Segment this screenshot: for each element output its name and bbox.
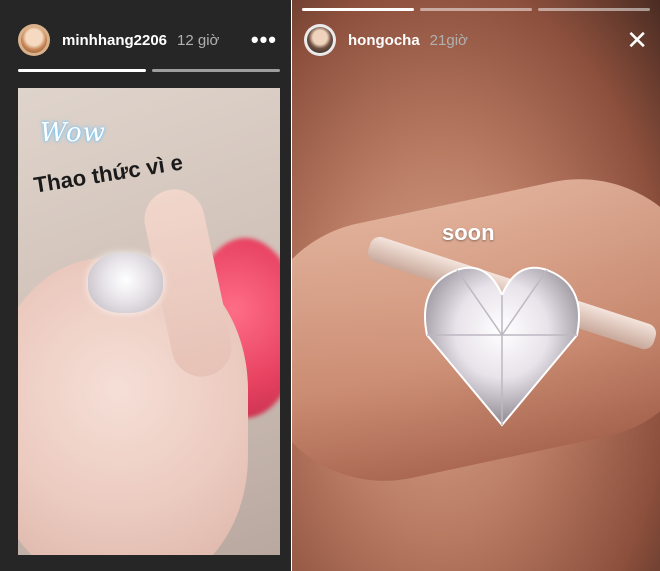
sticker-text: Wow: [40, 118, 106, 148]
progress-segment: [302, 8, 414, 11]
avatar[interactable]: [18, 24, 50, 56]
diamond-image: [424, 266, 580, 427]
story-progress-bar: [18, 69, 280, 72]
avatar[interactable]: [304, 24, 336, 56]
ring-image: [88, 253, 163, 313]
progress-segment: [420, 8, 532, 11]
close-icon[interactable]: ✕: [626, 27, 648, 53]
story-viewer-right[interactable]: hongocha 21giờ ✕ soon: [292, 0, 660, 571]
story-progress-bar: [302, 8, 650, 11]
username[interactable]: hongocha: [348, 32, 420, 49]
username[interactable]: minhhang2206: [62, 32, 167, 49]
progress-segment: [538, 8, 650, 11]
story-viewer-left[interactable]: minhhang2206 12 giờ ••• Wow Thao thức vì…: [0, 0, 291, 571]
progress-segment: [18, 69, 146, 72]
story-photo[interactable]: Wow Thao thức vì e: [18, 88, 280, 555]
story-caption: soon: [442, 220, 495, 245]
post-time: 21giờ: [429, 31, 468, 49]
progress-segment: [152, 69, 280, 72]
story-header: minhhang2206 12 giờ •••: [18, 22, 277, 58]
more-options-icon[interactable]: •••: [251, 29, 277, 51]
post-time: 12 giờ: [177, 31, 220, 49]
story-header: hongocha 21giờ ✕: [304, 22, 648, 58]
